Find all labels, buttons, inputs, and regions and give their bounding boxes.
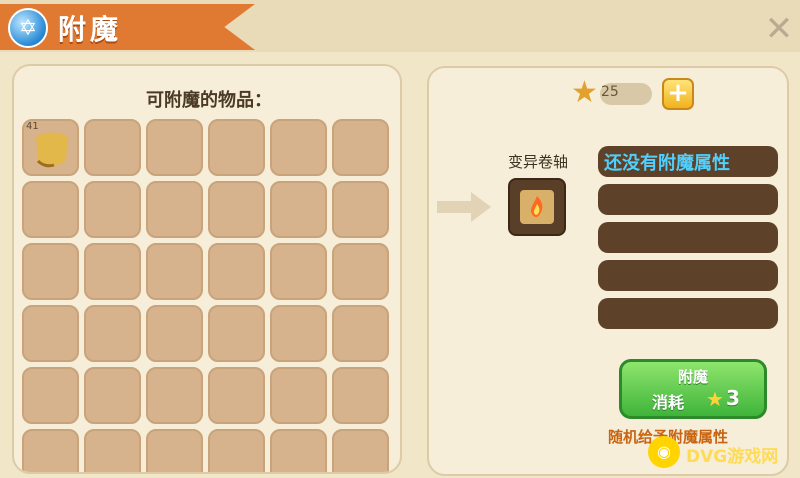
star-icon: ★ [571,75,598,110]
attribute-row-1: 还没有附魔属性 [598,146,778,177]
selected-item-name: 变异卷轴 [507,153,568,171]
item-slot[interactable] [208,429,265,472]
item-slot[interactable] [332,367,389,424]
item-slot[interactable] [208,119,265,176]
item-slot[interactable] [270,243,327,300]
item-slot[interactable] [22,305,79,362]
item-slot[interactable] [332,119,389,176]
item-slot[interactable] [146,243,203,300]
item-slot[interactable] [22,367,79,424]
item-slot[interactable] [84,243,141,300]
cost-value: 3 [726,386,740,410]
arrow-right-icon [437,192,491,222]
item-slot[interactable] [208,181,265,238]
item-slot[interactable] [146,305,203,362]
item-slot[interactable] [270,181,327,238]
item-slot[interactable] [208,367,265,424]
item-slot[interactable] [84,305,141,362]
item-slot[interactable] [22,243,79,300]
attribute-row-4 [598,260,778,291]
item-slot[interactable] [270,119,327,176]
item-slot[interactable] [146,119,203,176]
attribute-row-3 [598,222,778,253]
item-slot[interactable] [84,181,141,238]
window-title: 附魔 [58,13,123,46]
item-slot[interactable] [146,429,203,472]
item-slot[interactable] [332,305,389,362]
close-icon[interactable]: ✕ [764,12,794,46]
item-slot[interactable] [84,119,141,176]
item-slot[interactable] [84,429,141,472]
item-slot[interactable] [270,305,327,362]
item-slot[interactable]: 41 [22,119,79,176]
item-slot[interactable] [84,367,141,424]
item-slot[interactable] [146,181,203,238]
attribute-text: 还没有附魔属性 [604,153,730,174]
enchant-button[interactable]: 附魔 消耗 ★ 3 [619,359,767,419]
cost-label: 消耗 [652,393,685,412]
star-count: 25 [601,84,619,100]
item-slot[interactable] [332,429,389,472]
watermark-text: DVG游戏网 [686,447,779,467]
item-slot[interactable] [270,367,327,424]
gamepad-icon: ◉ [648,436,680,468]
add-stars-button[interactable]: + [662,78,694,110]
item-slot[interactable] [22,181,79,238]
item-slot[interactable] [208,243,265,300]
cost-star-icon: ★ [706,387,724,411]
attribute-row-5 [598,298,778,329]
item-slot[interactable] [270,429,327,472]
item-slot[interactable] [22,429,79,472]
item-slot[interactable] [208,305,265,362]
attribute-row-2 [598,184,778,215]
item-slot[interactable] [146,367,203,424]
enchant-window: ✡ 附魔 ✕ 可附魔的物品： 41 ★ 25 + 变异卷轴 还没有附魔属性 附魔… [0,0,800,478]
item-slot[interactable] [332,181,389,238]
item-slot[interactable] [332,243,389,300]
fire-scroll-icon [520,190,554,224]
star-of-david-icon: ✡ [8,8,48,48]
watermark: ◉ DVG游戏网 [648,436,793,470]
enchant-button-label: 附魔 [677,368,708,386]
scroll-icon [36,132,68,168]
enchantable-items-title: 可附魔的物品： [146,90,272,111]
enchantable-items-panel: 可附魔的物品： 41 [12,64,402,474]
selected-item-slot[interactable] [508,178,566,236]
